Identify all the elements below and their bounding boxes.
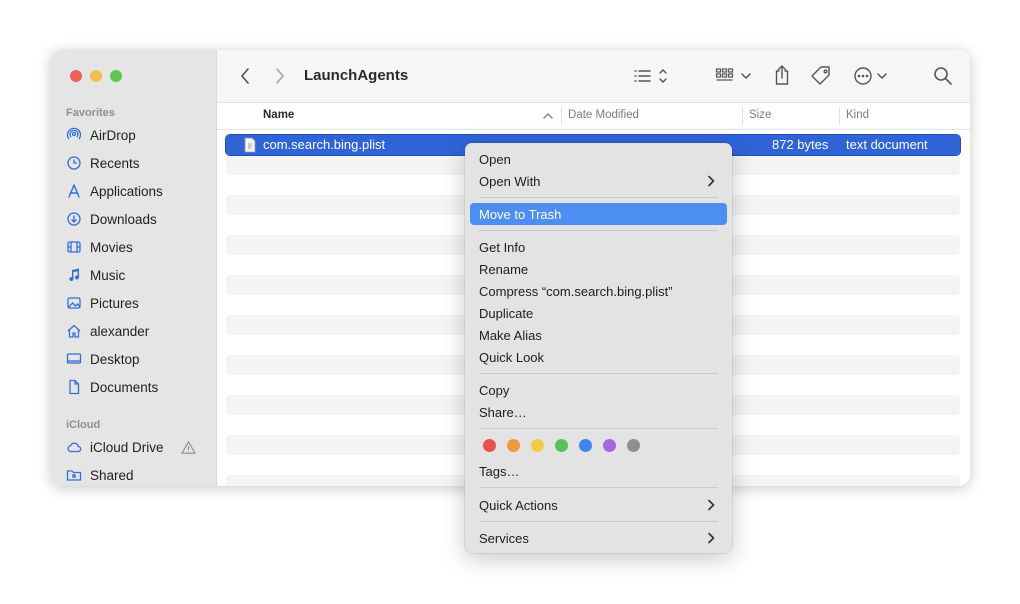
tag-icon[interactable]: [810, 65, 832, 87]
sidebar-item-label: Music: [90, 267, 126, 283]
sidebar-item-desktop[interactable]: Desktop: [66, 347, 206, 371]
column-header-date-modified[interactable]: Date Modified: [568, 109, 639, 121]
download-icon: [67, 212, 81, 226]
list-view-icon[interactable]: [633, 67, 669, 85]
column-header-size[interactable]: Size: [749, 109, 771, 121]
clock-icon: [67, 156, 81, 170]
airdrop-icon: [66, 127, 82, 140]
menu-item-move-to-trash[interactable]: Move to Trash: [470, 203, 727, 225]
menu-item-compress[interactable]: Compress “com.search.bing.plist”: [470, 280, 727, 302]
sidebar-item-label: Pictures: [90, 295, 139, 311]
tag-color-blue[interactable]: [579, 439, 592, 452]
sidebar-item-documents[interactable]: Documents: [66, 375, 206, 399]
sidebar-item-label: Desktop: [90, 351, 140, 367]
favorites-section-label: Favorites: [66, 107, 115, 119]
sidebar-item-label: alexander: [90, 323, 150, 339]
desktop-icon: [66, 353, 82, 364]
column-header-bar: Name Date Modified Size Kind: [217, 103, 970, 130]
sidebar-item-label: Applications: [90, 183, 163, 199]
menu-item-services[interactable]: Services: [470, 527, 727, 549]
sidebar-item-icloud-drive[interactable]: iCloud Drive: [66, 435, 206, 459]
sidebar-item-pictures[interactable]: Pictures: [66, 291, 206, 315]
icloud-section-label: iCloud: [66, 419, 101, 431]
document-icon: [69, 379, 80, 395]
menu-item-share[interactable]: Share…: [470, 401, 727, 423]
music-note-icon: [69, 268, 80, 282]
context-menu: Open Open With Move to Trash Get Info Re…: [465, 143, 732, 553]
warning-icon[interactable]: [181, 440, 196, 455]
home-icon: [67, 324, 81, 338]
back-button[interactable]: [239, 67, 251, 85]
menu-item-duplicate[interactable]: Duplicate: [470, 302, 727, 324]
menu-item-copy[interactable]: Copy: [470, 379, 727, 401]
sidebar-item-label: Downloads: [90, 211, 157, 227]
sidebar-item-label: Documents: [90, 379, 159, 395]
tag-color-yellow[interactable]: [531, 439, 544, 452]
window-title: LaunchAgents: [304, 67, 409, 84]
menu-item-open[interactable]: Open: [470, 148, 727, 170]
sidebar: Favorites AirDrop Recents Applications D…: [51, 50, 217, 486]
sidebar-item-label: iCloud Drive: [90, 439, 164, 455]
sidebar-item-downloads[interactable]: Downloads: [66, 207, 206, 231]
menu-item-rename[interactable]: Rename: [470, 258, 727, 280]
sidebar-item-recents[interactable]: Recents: [66, 151, 206, 175]
search-icon[interactable]: [933, 66, 953, 86]
file-kind: text document: [846, 137, 928, 152]
menu-item-tags[interactable]: Tags…: [470, 460, 727, 482]
menu-item-get-info[interactable]: Get Info: [470, 236, 727, 258]
tag-color-purple[interactable]: [603, 439, 616, 452]
sidebar-item-label: Recents: [90, 155, 140, 171]
photo-icon: [67, 297, 81, 309]
menu-item-make-alias[interactable]: Make Alias: [470, 324, 727, 346]
tag-color-orange[interactable]: [507, 439, 520, 452]
sidebar-item-airdrop[interactable]: AirDrop: [66, 123, 206, 147]
file-name: com.search.bing.plist: [263, 137, 386, 152]
applications-icon: [68, 184, 80, 198]
tag-color-red[interactable]: [483, 439, 496, 452]
menu-item-open-with[interactable]: Open With: [470, 170, 727, 192]
group-by-icon[interactable]: [715, 67, 753, 85]
chevron-right-icon: [708, 175, 715, 187]
sidebar-item-music[interactable]: Music: [66, 263, 206, 287]
menu-item-quick-actions[interactable]: Quick Actions: [470, 494, 727, 516]
sidebar-item-movies[interactable]: Movies: [66, 235, 206, 259]
menu-item-quick-look[interactable]: Quick Look: [470, 346, 727, 368]
more-actions-icon[interactable]: [853, 66, 889, 86]
plist-file-icon: [244, 137, 256, 153]
sidebar-item-label: AirDrop: [90, 127, 136, 143]
file-size: 872 bytes: [772, 137, 829, 152]
sidebar-item-applications[interactable]: Applications: [66, 179, 206, 203]
forward-button[interactable]: [274, 67, 286, 85]
traffic-lights: [70, 70, 122, 82]
tag-color-green[interactable]: [555, 439, 568, 452]
column-header-kind[interactable]: Kind: [846, 109, 869, 121]
sort-ascending-icon[interactable]: [543, 112, 553, 120]
tag-color-gray[interactable]: [627, 439, 640, 452]
column-header-name[interactable]: Name: [263, 109, 294, 121]
sidebar-item-label: Shared: [90, 467, 134, 483]
share-icon[interactable]: [773, 64, 791, 86]
film-icon: [67, 241, 81, 253]
chevron-right-icon: [708, 499, 715, 511]
cloud-icon: [67, 442, 82, 453]
sidebar-item-label: Movies: [90, 239, 133, 255]
close-window-button[interactable]: [70, 70, 82, 82]
sidebar-item-shared[interactable]: Shared: [66, 463, 206, 486]
zoom-window-button[interactable]: [110, 70, 122, 82]
sidebar-item-home[interactable]: alexander: [66, 319, 206, 343]
minimize-window-button[interactable]: [90, 70, 102, 82]
shared-folder-icon: [66, 470, 82, 481]
toolbar: LaunchAgents: [217, 50, 970, 103]
chevron-right-icon: [708, 532, 715, 544]
